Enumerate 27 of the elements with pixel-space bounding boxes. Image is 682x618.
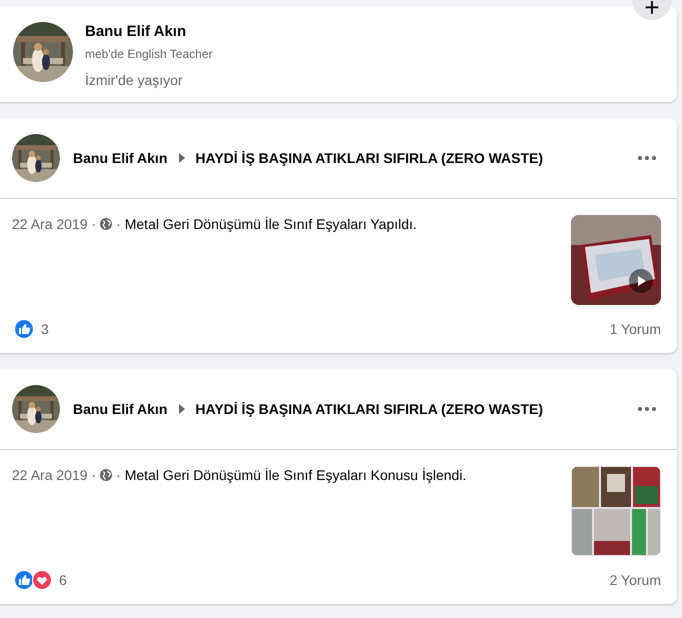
globe-icon — [100, 218, 112, 230]
caret-icon — [179, 404, 186, 414]
more-icon — [638, 407, 656, 411]
comments-link[interactable]: 1 Yorum — [610, 321, 661, 337]
group-link[interactable]: HAYDİ İŞ BAŞINA ATIKLARI SIFIRLA (ZERO WASTE) — [195, 401, 629, 417]
comments-link[interactable]: 2 Yorum — [610, 572, 661, 588]
post-date[interactable]: 22 Ara 2019 · — [12, 467, 96, 483]
separator-dot: · — [116, 467, 121, 483]
globe-icon — [100, 469, 112, 481]
work-text: meb'de English Teacher — [85, 46, 212, 62]
post-text: Metal Geri Dönüşümü İle Sınıf Eşyaları Yapıldı. — [124, 216, 417, 232]
author-link[interactable]: Banu Elif Akın — [73, 401, 168, 417]
like-icon — [14, 570, 34, 590]
profile-name[interactable]: Banu Elif Akın — [85, 22, 212, 42]
post-text: Metal Geri Dönüşümü İle Sınıf Eşyaları Konusu İşlendi. — [124, 467, 466, 483]
group-link[interactable]: HAYDİ İŞ BAŞINA ATIKLARI SIFIRLA (ZERO WASTE) — [195, 150, 629, 166]
more-icon — [638, 156, 656, 160]
separator-dot: · — [116, 216, 121, 232]
like-icon — [14, 319, 34, 339]
reaction-count[interactable]: 6 — [59, 572, 610, 588]
author-link[interactable]: Banu Elif Akın — [73, 150, 168, 166]
caret-icon — [179, 153, 186, 163]
post-date[interactable]: 22 Ara 2019 · — [12, 216, 96, 232]
play-icon[interactable] — [629, 269, 653, 293]
heart-icon — [32, 570, 52, 590]
reaction-count[interactable]: 3 — [41, 321, 610, 337]
location-text: İzmir'de yaşıyor — [85, 71, 184, 90]
